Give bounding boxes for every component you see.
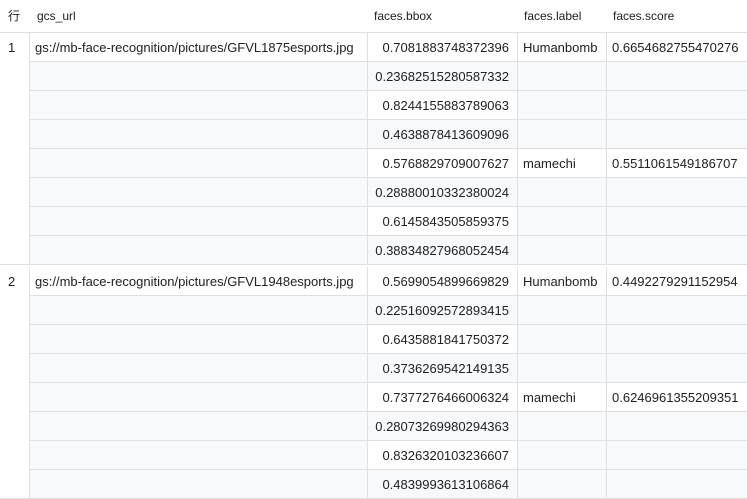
empty-cell	[606, 412, 747, 441]
column-header-row: 行	[8, 9, 21, 23]
table-row[interactable]: 1 gs://mb-face-recognition/pictures/GFVL1…	[0, 33, 747, 265]
empty-cell	[517, 354, 606, 383]
bbox-value-cell[interactable]: 0.7081883748372396	[367, 33, 517, 62]
grid-line	[29, 33, 30, 265]
bbox-value-cell[interactable]: 0.4638878413609096	[367, 120, 517, 149]
empty-cell	[517, 178, 606, 207]
bbox-value-cell[interactable]: 0.28880010332380024	[367, 178, 517, 207]
bbox-value-cell[interactable]: 0.8244155883789063	[367, 91, 517, 120]
grid-line	[367, 33, 368, 265]
bbox-value-cell[interactable]: 0.5699054899669829	[367, 267, 517, 296]
empty-cell	[606, 120, 747, 149]
column-header-faces-label[interactable]: faces.label	[524, 0, 594, 33]
bbox-value-cell[interactable]: 0.28073269980294363	[367, 412, 517, 441]
empty-cell	[517, 412, 606, 441]
empty-cell	[606, 325, 747, 354]
grid-line	[517, 267, 518, 499]
empty-cell	[517, 62, 606, 91]
empty-cell	[517, 91, 606, 120]
gcs-url-cell[interactable]: gs://mb-face-recognition/pictures/GFVL18…	[29, 33, 367, 62]
row-number: 2	[8, 274, 16, 289]
empty-cell	[517, 296, 606, 325]
empty-cell	[517, 120, 606, 149]
face-label-cell[interactable]: mamechi	[517, 149, 606, 178]
empty-cell	[606, 236, 747, 265]
table-header: 行 gcs_url faces.bbox faces.label faces.s…	[0, 0, 747, 33]
empty-cell	[517, 470, 606, 499]
empty-cell	[606, 178, 747, 207]
bbox-value-cell[interactable]: 0.3736269542149135	[367, 354, 517, 383]
column-header-gcs-url[interactable]: gcs_url	[37, 0, 357, 33]
empty-cell	[517, 236, 606, 265]
column-header-faces-bbox[interactable]: faces.bbox	[374, 0, 504, 33]
face-label-cell[interactable]: Humanbomb	[517, 33, 606, 62]
empty-cell	[606, 441, 747, 470]
empty-cell	[606, 207, 747, 236]
gcs-url-cell[interactable]: gs://mb-face-recognition/pictures/GFVL19…	[29, 267, 367, 296]
empty-cell	[606, 91, 747, 120]
bbox-value-cell[interactable]: 0.38834827968052454	[367, 236, 517, 265]
empty-cell	[606, 62, 747, 91]
bbox-value-cell[interactable]: 0.6435881841750372	[367, 325, 517, 354]
bbox-value-cell[interactable]: 0.7377276466006324	[367, 383, 517, 412]
bbox-value-cell[interactable]: 0.4839993613106864	[367, 470, 517, 499]
face-score-cell[interactable]: 0.6654682755470276	[606, 33, 747, 62]
empty-cell	[606, 354, 747, 383]
face-score-cell[interactable]: 0.6246961355209351	[606, 383, 747, 412]
grid-line	[606, 267, 607, 499]
grid-line	[0, 264, 747, 265]
empty-cell	[517, 207, 606, 236]
bbox-value-cell[interactable]: 0.23682515280587332	[367, 62, 517, 91]
face-label-cell[interactable]: mamechi	[517, 383, 606, 412]
empty-cell	[606, 296, 747, 325]
bbox-value-cell[interactable]: 0.5768829709007627	[367, 149, 517, 178]
empty-cell	[517, 325, 606, 354]
grid-line	[29, 267, 30, 499]
face-score-cell[interactable]: 0.4492279291152954	[606, 267, 747, 296]
row-number: 1	[8, 40, 16, 55]
face-label-cell[interactable]: Humanbomb	[517, 267, 606, 296]
bbox-value-cell[interactable]: 0.22516092572893415	[367, 296, 517, 325]
table-row[interactable]: 2 gs://mb-face-recognition/pictures/GFVL1…	[0, 267, 747, 499]
grid-line	[367, 267, 368, 499]
empty-cell	[517, 441, 606, 470]
face-score-cell[interactable]: 0.5511061549186707	[606, 149, 747, 178]
results-table: 行 gcs_url faces.bbox faces.label faces.s…	[0, 0, 747, 499]
grid-line	[517, 33, 518, 265]
grid-line	[606, 33, 607, 265]
bbox-value-cell[interactable]: 0.6145843505859375	[367, 207, 517, 236]
bbox-value-cell[interactable]: 0.8326320103236607	[367, 441, 517, 470]
empty-cell	[606, 470, 747, 499]
column-header-faces-score[interactable]: faces.score	[613, 0, 733, 33]
